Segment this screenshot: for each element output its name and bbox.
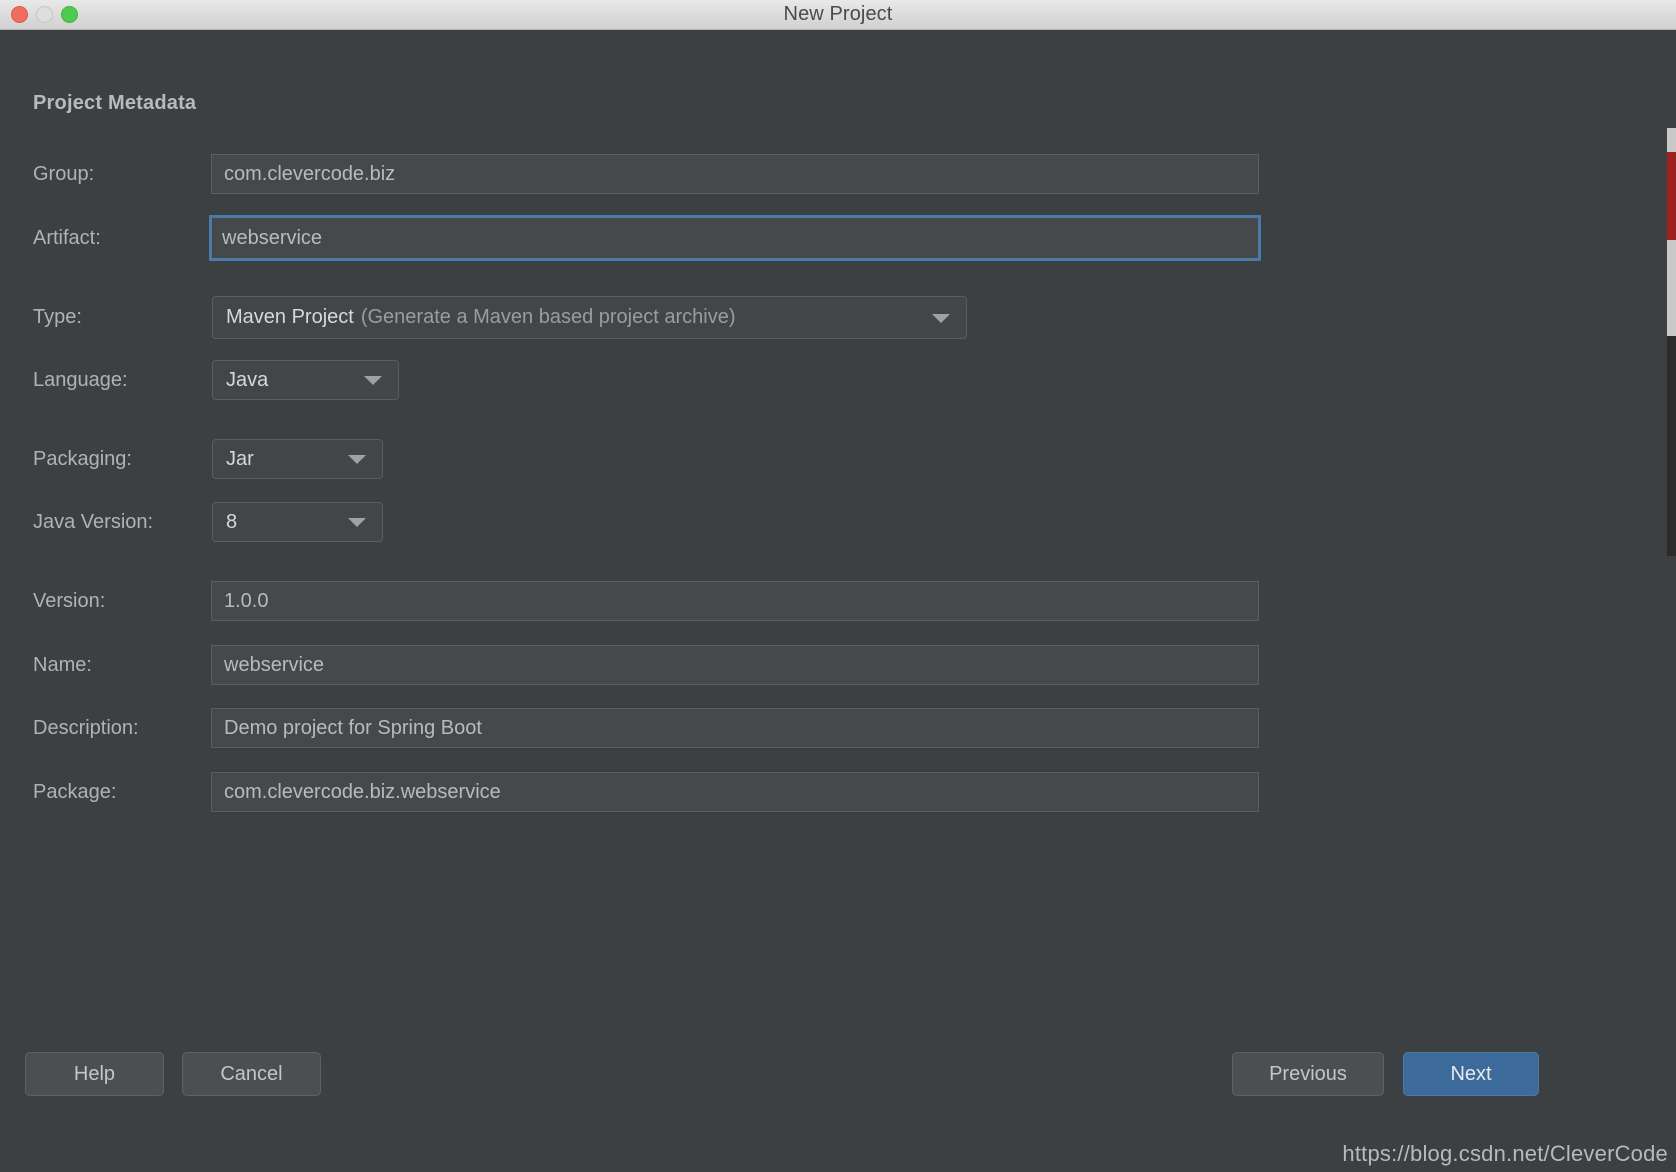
artifact-input[interactable]: webservice bbox=[209, 215, 1261, 261]
packaging-value: Jar bbox=[226, 447, 254, 470]
artifact-label: Artifact: bbox=[33, 227, 101, 249]
previous-button[interactable]: Previous bbox=[1232, 1052, 1384, 1096]
package-label: Package: bbox=[33, 781, 117, 803]
chevron-down-icon bbox=[364, 376, 382, 385]
type-value-primary: Maven Project bbox=[226, 306, 354, 328]
window-title: New Project bbox=[783, 3, 893, 25]
group-label: Group: bbox=[33, 163, 95, 185]
title-bar: New Project bbox=[0, 0, 1676, 30]
version-input[interactable]: 1.0.0 bbox=[211, 581, 1259, 621]
dialog-body: Project Metadata Group: com.clevercode.b… bbox=[0, 30, 1676, 1172]
background-window-edge-3 bbox=[1667, 336, 1676, 516]
type-label: Type: bbox=[33, 306, 82, 328]
packaging-dropdown[interactable]: Jar bbox=[212, 439, 383, 479]
page-title: Project Metadata bbox=[33, 92, 197, 114]
new-project-dialog: New Project Project Metadata Group: com.… bbox=[0, 0, 1676, 1172]
close-button[interactable] bbox=[11, 6, 28, 23]
chevron-down-icon bbox=[932, 313, 950, 323]
version-label: Version: bbox=[33, 590, 106, 612]
language-dropdown[interactable]: Java bbox=[212, 360, 399, 400]
name-input[interactable]: webservice bbox=[211, 645, 1259, 685]
zoom-button[interactable] bbox=[61, 6, 78, 23]
window-controls bbox=[0, 6, 78, 23]
java-version-value: 8 bbox=[226, 510, 238, 533]
chevron-down-icon bbox=[348, 518, 366, 527]
background-window-edge-2 bbox=[1667, 240, 1676, 336]
java-version-label: Java Version: bbox=[33, 511, 154, 533]
chevron-down-icon bbox=[348, 455, 366, 464]
background-window-edge-4 bbox=[1667, 516, 1676, 556]
next-button[interactable]: Next bbox=[1403, 1052, 1539, 1096]
background-window-edge bbox=[1667, 128, 1676, 152]
minimize-button[interactable] bbox=[36, 6, 53, 23]
language-value: Java bbox=[226, 368, 269, 391]
language-label: Language: bbox=[33, 369, 128, 391]
description-label: Description: bbox=[33, 717, 139, 739]
group-input[interactable]: com.clevercode.biz bbox=[211, 154, 1259, 194]
cancel-button[interactable]: Cancel bbox=[182, 1052, 321, 1096]
background-window-edge-accent bbox=[1667, 152, 1676, 240]
description-input[interactable]: Demo project for Spring Boot bbox=[211, 708, 1259, 748]
package-input[interactable]: com.clevercode.biz.webservice bbox=[211, 772, 1259, 812]
type-value-secondary: (Generate a Maven based project archive) bbox=[360, 306, 736, 328]
type-dropdown[interactable]: Maven Project (Generate a Maven based pr… bbox=[212, 296, 967, 339]
watermark-text: https://blog.csdn.net/CleverCode bbox=[1342, 1141, 1668, 1166]
name-label: Name: bbox=[33, 654, 92, 676]
java-version-dropdown[interactable]: 8 bbox=[212, 502, 383, 542]
packaging-label: Packaging: bbox=[33, 448, 132, 470]
help-button[interactable]: Help bbox=[25, 1052, 164, 1096]
